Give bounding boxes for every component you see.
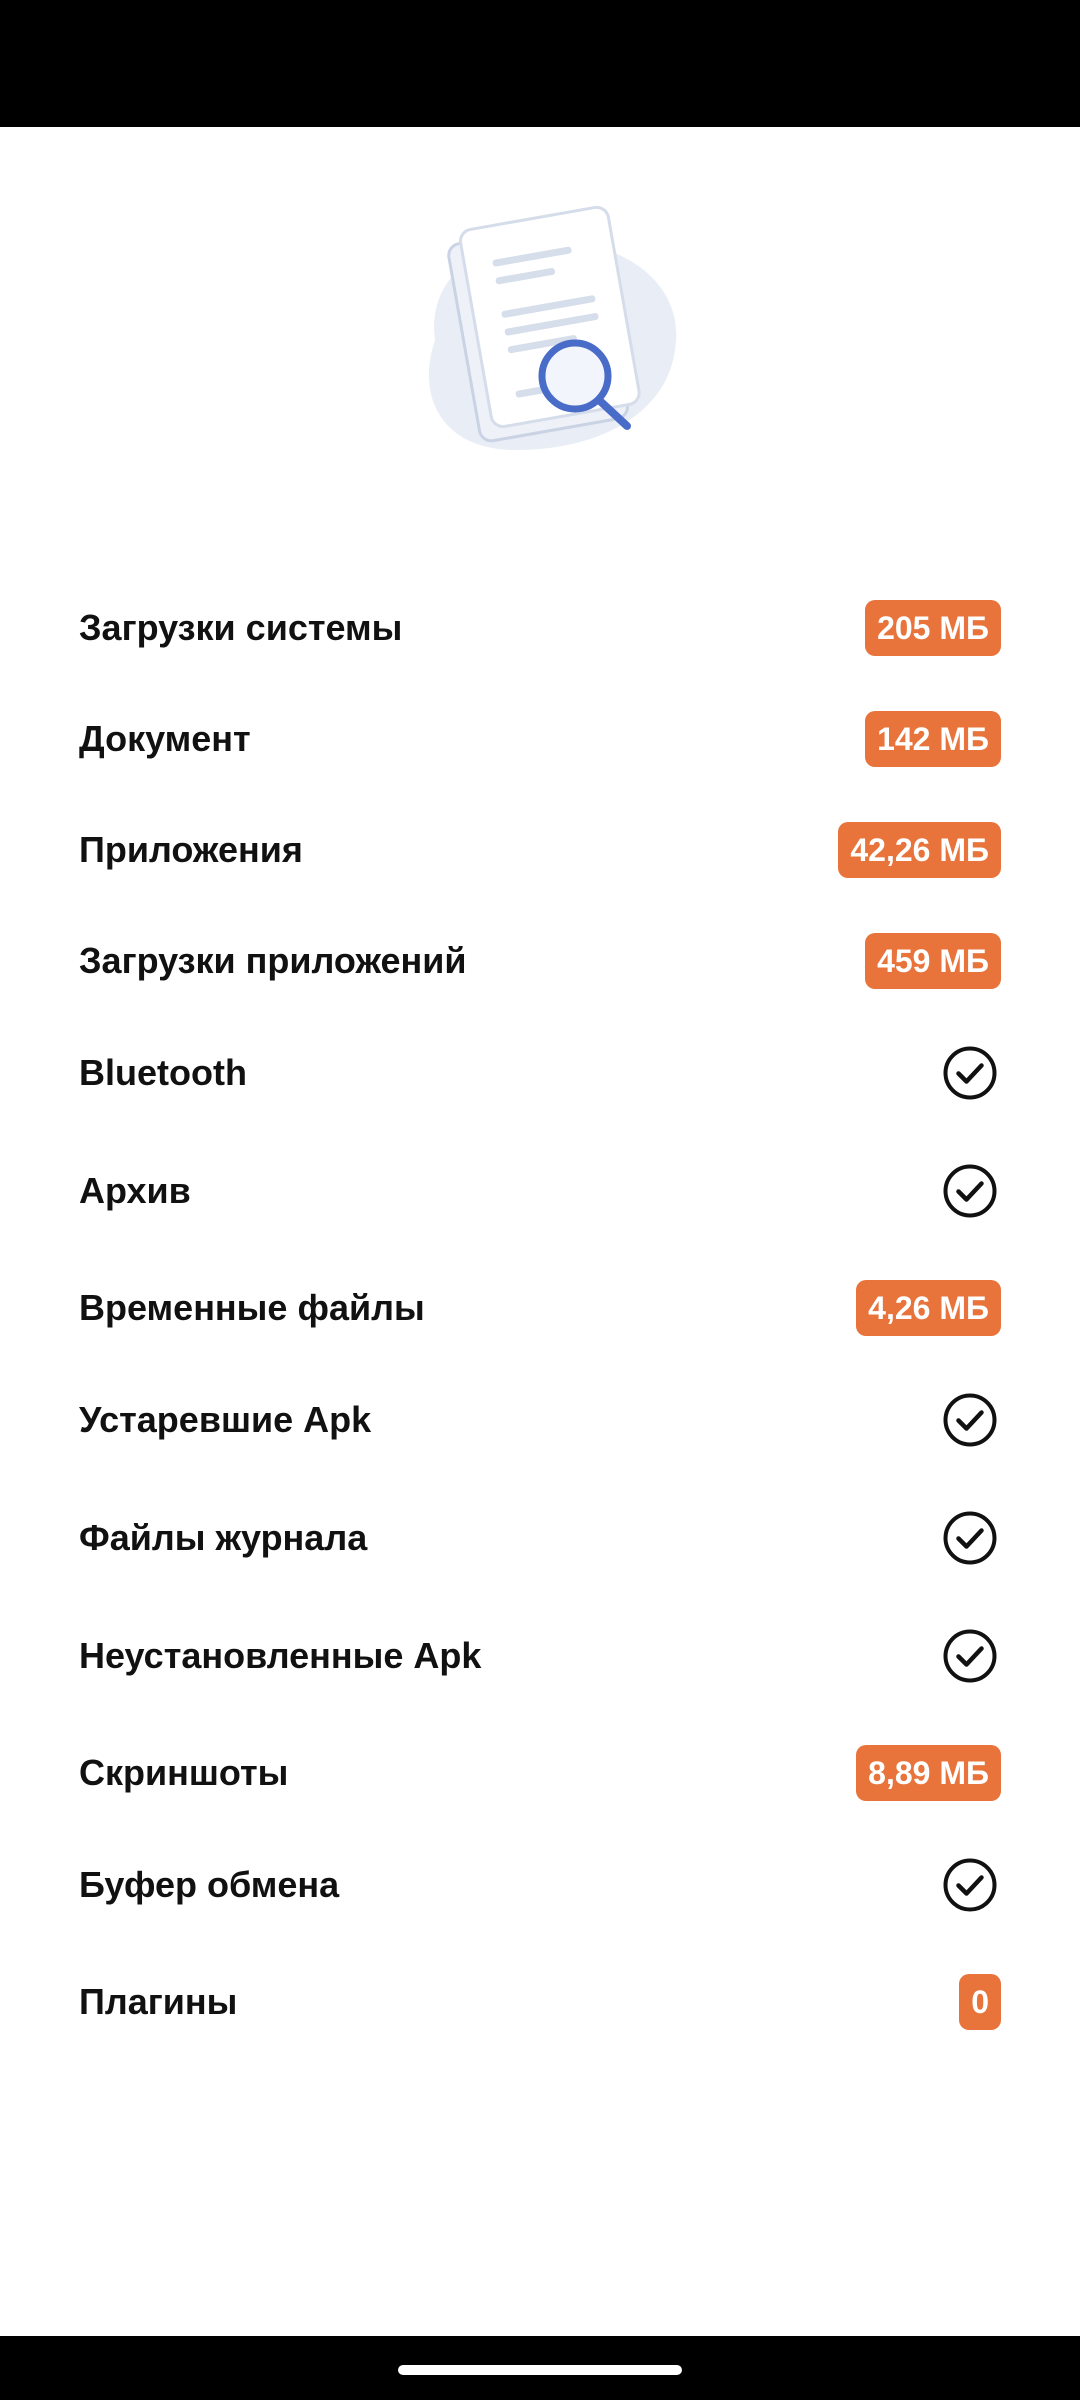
item-label: Загрузки приложений	[79, 940, 467, 981]
check-circle-icon	[943, 1164, 997, 1218]
home-gesture-bar[interactable]	[398, 2365, 682, 2375]
check-circle-icon	[943, 1393, 997, 1447]
list-item-obsolete-apk[interactable]: Устаревшие Apk	[0, 1365, 1080, 1475]
list-item-clipboard[interactable]: Буфер обмена	[0, 1830, 1080, 1940]
cleanup-scan-screen: Загрузки системы 205 МБ Документ 142 МБ …	[0, 0, 1080, 2400]
size-badge: 459 МБ	[865, 933, 1001, 989]
item-label: Устаревшие Apk	[79, 1399, 372, 1440]
size-badge: 205 МБ	[865, 600, 1001, 656]
list-item-apps[interactable]: Приложения 42,26 МБ	[0, 795, 1080, 905]
check-circle-icon	[943, 1629, 997, 1683]
list-item-archive[interactable]: Архив	[0, 1136, 1080, 1246]
list-item-uninstalled-apk[interactable]: Неустановленные Apk	[0, 1601, 1080, 1711]
document-search-icon	[428, 205, 677, 450]
check-circle-icon	[943, 1858, 997, 1912]
size-badge: 0	[959, 1974, 1001, 2030]
item-label: Буфер обмена	[79, 1864, 340, 1905]
item-label: Временные файлы	[79, 1287, 425, 1328]
list-item-screenshots[interactable]: Скриншоты 8,89 МБ	[0, 1718, 1080, 1828]
list-item-app-downloads[interactable]: Загрузки приложений 459 МБ	[0, 906, 1080, 1016]
item-label: Скриншоты	[79, 1752, 289, 1793]
item-label: Загрузки системы	[79, 607, 403, 648]
item-label: Плагины	[79, 1981, 238, 2022]
item-label: Файлы журнала	[79, 1517, 368, 1558]
list-item-bluetooth[interactable]: Bluetooth	[0, 1018, 1080, 1128]
item-label: Архив	[79, 1170, 191, 1211]
item-label: Неустановленные Apk	[79, 1635, 482, 1676]
item-label: Документ	[79, 718, 251, 759]
list-item-document[interactable]: Документ 142 МБ	[0, 684, 1080, 794]
list-item-plugins[interactable]: Плагины 0	[0, 1947, 1080, 2057]
check-circle-icon	[943, 1511, 997, 1565]
size-badge: 8,89 МБ	[856, 1745, 1001, 1801]
size-badge: 4,26 МБ	[856, 1280, 1001, 1336]
list-item-temp-files[interactable]: Временные файлы 4,26 МБ	[0, 1253, 1080, 1363]
list-item-system-downloads[interactable]: Загрузки системы 205 МБ	[0, 573, 1080, 683]
check-circle-icon	[943, 1046, 997, 1100]
item-label: Приложения	[79, 829, 303, 870]
size-badge: 142 МБ	[865, 711, 1001, 767]
item-label: Bluetooth	[79, 1052, 247, 1093]
list-item-log-files[interactable]: Файлы журнала	[0, 1483, 1080, 1593]
size-badge: 42,26 МБ	[838, 822, 1001, 878]
status-bar	[0, 0, 1080, 127]
